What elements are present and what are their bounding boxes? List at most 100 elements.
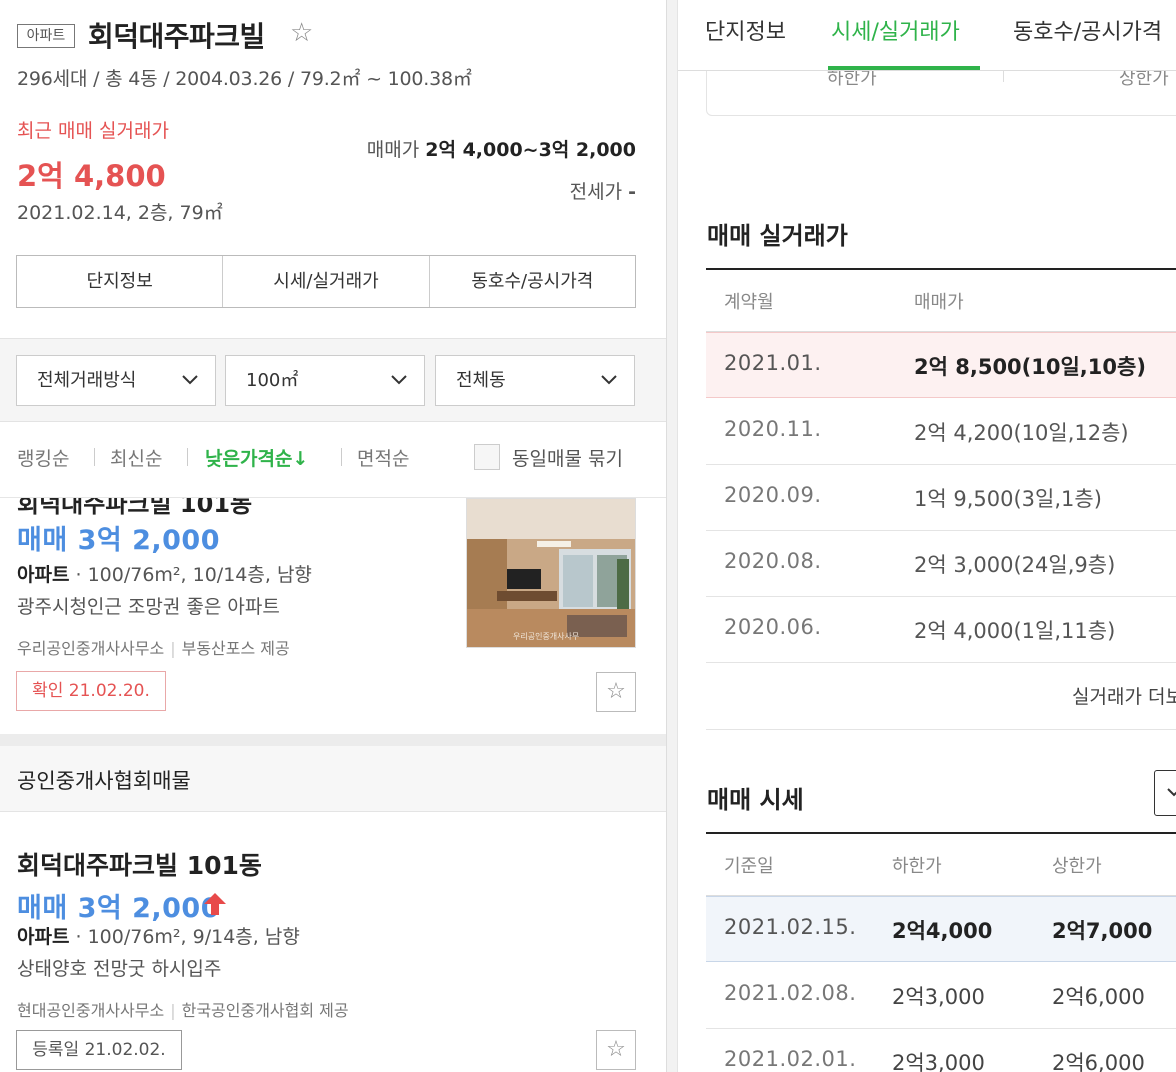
trade-month: 2020.06.: [724, 615, 822, 639]
sale-price-header: 매매가: [914, 292, 964, 313]
listing-type: 아파트: [17, 926, 70, 948]
tab-unit-official-price[interactable]: 동호수/공시가격: [1013, 14, 1162, 46]
group-same-listing-checkbox[interactable]: [474, 444, 500, 470]
tab-complex-info[interactable]: 단지정보: [705, 14, 786, 46]
chevron-down-icon: [181, 356, 199, 424]
favorite-star-icon[interactable]: ☆: [596, 672, 636, 712]
registered-date-badge: 등록일 21.02.02.: [16, 1030, 182, 1070]
favorite-star-icon[interactable]: ☆: [596, 1030, 636, 1070]
trade-month: 2020.11.: [724, 417, 822, 441]
listing-spec: 아파트 · 100/76m², 9/14층, 남향: [17, 926, 300, 948]
section-divider: [706, 729, 1176, 730]
listing-description: 광주시청인근 조망권 좋은 아파트: [17, 596, 280, 618]
sort-lowest-price[interactable]: 낮은가격순↓: [205, 444, 308, 471]
tab-unit-official-price[interactable]: 동호수/공시가격: [430, 256, 635, 307]
listing-title: 회덕대주파크빌 101동: [17, 498, 253, 518]
trade-row: 2020.11. 2억 4,200(10일,12층): [706, 399, 1176, 465]
trade-row: 2020.06. 2억 4,000(1일,11층): [706, 597, 1176, 663]
agency-separator: |: [170, 639, 176, 658]
sort-newest[interactable]: 최신순: [110, 444, 162, 471]
tab-price-trades[interactable]: 시세/실거래가: [223, 256, 430, 307]
section-divider: [0, 734, 666, 746]
active-tab-indicator: [828, 66, 980, 70]
trade-type-select[interactable]: 전체거래방식: [16, 355, 216, 406]
trade-section-title: 매매 실거래가: [707, 222, 848, 250]
agency-separator: |: [170, 1001, 176, 1020]
tab-price-trades[interactable]: 시세/실거래가: [831, 14, 960, 46]
sort-lowest-price-label: 낮은가격순: [205, 448, 293, 470]
trade-table-header: 계약월 매매가: [706, 268, 1176, 332]
complex-title: 회덕대주파크빌: [88, 20, 265, 53]
price-up-arrow-icon: [204, 893, 226, 915]
trade-row: 2020.08. 2억 3,000(24일,9층): [706, 531, 1176, 597]
tab-complex-info[interactable]: 단지정보: [17, 256, 224, 307]
agency-name: 우리공인중개사사무소: [17, 639, 165, 658]
market-row: 2021.02.01. 2억3,000 2억6,000: [706, 1029, 1176, 1072]
chevron-down-icon: [1167, 788, 1176, 797]
upper-price-header: 상한가: [1052, 856, 1102, 877]
listing-price: 매매 3억 2,000: [17, 525, 221, 556]
area-value: 100㎡: [246, 370, 299, 391]
sort-down-arrow-icon: ↓: [292, 448, 309, 470]
agency-name: 현대공인중개사사무소: [17, 1001, 165, 1020]
detail-tabs: 단지정보 시세/실거래가 동호수/공시가격: [678, 0, 1176, 71]
contract-month-header: 계약월: [724, 292, 774, 313]
base-date-header: 기준일: [724, 856, 774, 877]
market-low: 2억3,000: [892, 1051, 985, 1072]
listing-thumbnail[interactable]: 우리공인중개사사무: [466, 498, 636, 648]
trade-month: 2020.09.: [724, 483, 822, 507]
listing-panel: 아파트 회덕대주파크빌 ☆ 296세대 / 총 4동 / 2004.03.26 …: [0, 0, 666, 1072]
dong-select[interactable]: 전체동: [435, 355, 635, 406]
market-high: 2억6,000: [1052, 1051, 1145, 1072]
trade-price: 1억 9,500(3일,1층): [914, 487, 1102, 511]
market-high: 2억7,000: [1052, 919, 1153, 943]
recent-trade-price: 2억 4,800: [17, 159, 166, 193]
sort-divider: [94, 448, 95, 466]
more-trades-link[interactable]: 실거래가 더보기: [1072, 682, 1176, 709]
listing-title: 회덕대주파크빌 101동: [17, 851, 262, 880]
market-date: 2021.02.01.: [724, 1047, 857, 1071]
listing-item[interactable]: 회덕대주파크빌 101동 매매 3억 2,000 아파트 · 100/76m²,…: [0, 498, 666, 734]
recent-trade-detail: 2021.02.14, 2층, 79㎡: [17, 202, 223, 224]
market-date: 2021.02.08.: [724, 981, 857, 1005]
confirmed-date-badge: 확인 21.02.20.: [16, 671, 166, 711]
market-table-header: 기준일 하한가 상한가: [706, 832, 1176, 896]
market-section-title: 매매 시세: [707, 786, 804, 814]
jeonse-price-label: 전세가: [569, 181, 623, 203]
dong-value: 전체동: [456, 370, 506, 391]
sort-area[interactable]: 면적순: [357, 444, 409, 471]
favorite-star-icon[interactable]: ☆: [290, 18, 313, 48]
trade-row: 2021.01. 2억 8,500(10일,10층): [706, 332, 1176, 398]
listing-item[interactable]: 회덕대주파크빌 101동 매매 3억 2,000 아파트 · 100/76m²,…: [0, 812, 666, 1072]
period-select[interactable]: [1154, 770, 1176, 816]
trade-price: 2억 4,200(10일,12층): [914, 421, 1129, 445]
association-listings-title: 공인중개사협회매물: [17, 769, 191, 793]
listing-description: 상태양호 전망굿 하시입주: [17, 958, 222, 980]
trade-price: 2억 4,000(1일,11층): [914, 619, 1116, 643]
sale-price-value: 2억 4,000~3억 2,000: [425, 139, 636, 161]
listing-price: 매매 3억 2,000: [17, 893, 221, 924]
chevron-down-icon: [390, 356, 408, 424]
market-row: 2021.02.08. 2억3,000 2억6,000: [706, 963, 1176, 1029]
association-listings-header: 공인중개사협회매물: [0, 746, 666, 812]
sort-divider: [187, 448, 188, 466]
complex-summary: 296세대 / 총 4동 / 2004.03.26 / 79.2㎡ ~ 100.…: [17, 68, 472, 90]
thumbnail-watermark: 우리공인중개사사무: [513, 631, 579, 641]
area-select[interactable]: 100㎡: [225, 355, 425, 406]
group-same-listing-label[interactable]: 동일매물 묶기: [512, 444, 623, 471]
provider-name: 한국공인중개사협회 제공: [181, 1001, 349, 1020]
market-row: 2021.02.15. 2억4,000 2억7,000: [706, 896, 1176, 962]
detail-tab-buttons: 단지정보 시세/실거래가 동호수/공시가격: [16, 255, 636, 308]
sort-divider: [341, 448, 342, 466]
chevron-down-icon: [600, 356, 618, 424]
trade-type-value: 전체거래방식: [37, 370, 137, 391]
sale-price-range: 매매가 2억 4,000~3억 2,000: [367, 135, 636, 162]
listing-type: 아파트: [17, 564, 70, 586]
trade-price: 2억 3,000(24일,9층): [914, 553, 1116, 577]
market-low: 2억4,000: [892, 919, 993, 943]
sort-ranking[interactable]: 랭킹순: [17, 444, 69, 471]
trade-row: 2020.09. 1억 9,500(3일,1층): [706, 465, 1176, 531]
panel-divider[interactable]: [666, 0, 678, 1072]
market-high: 2억6,000: [1052, 985, 1145, 1009]
trade-month: 2021.01.: [724, 351, 822, 375]
